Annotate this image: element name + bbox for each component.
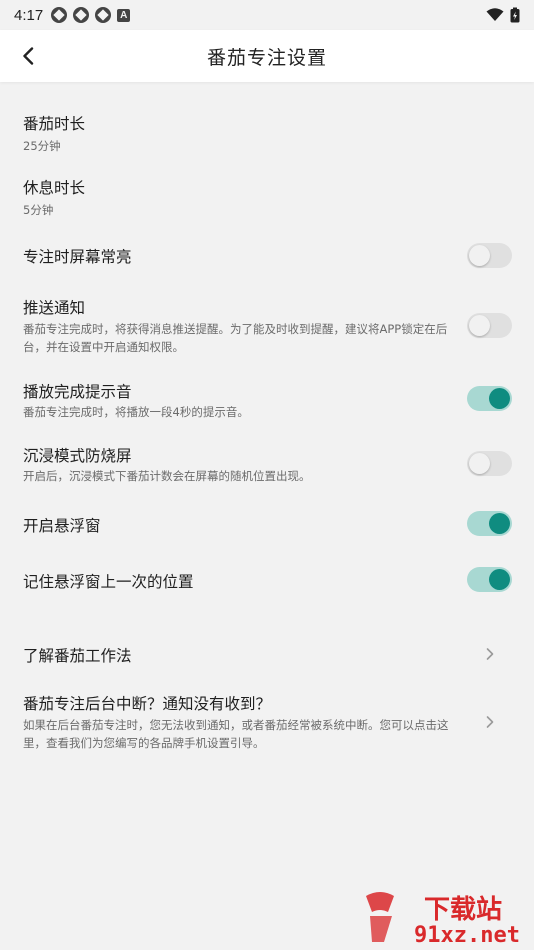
notification-icon: [51, 7, 68, 23]
completion-sound-item: 播放完成提示音 番茄专注完成时，将播放一段4秒的提示音。: [0, 372, 534, 424]
background-interrupt-help-item[interactable]: 番茄专注后台中断？通知没有收到？ 如果在后台番茄专注时，您无法收到通知，或者番茄…: [0, 684, 534, 756]
wifi-icon: [486, 8, 504, 21]
learn-pomodoro-item[interactable]: 了解番茄工作法: [0, 636, 534, 676]
toggle-knob: [489, 388, 510, 409]
item-title: 番茄专注后台中断？通知没有收到？: [23, 695, 272, 713]
chevron-right-icon: [486, 716, 494, 728]
app-bar: 番茄专注设置: [0, 30, 534, 82]
item-subtitle: 5分钟: [23, 203, 54, 217]
notification-icons: A: [51, 7, 131, 23]
item-title: 番茄时长: [23, 115, 86, 133]
watermark-text: 下载站: [424, 895, 502, 925]
toggle-knob: [469, 453, 490, 474]
item-title: 播放完成提示音: [23, 383, 132, 401]
page-title: 番茄专注设置: [206, 46, 327, 69]
burn-in-protection-toggle[interactable]: [467, 451, 512, 476]
completion-sound-toggle[interactable]: [467, 386, 512, 411]
toggle-knob: [469, 315, 490, 336]
status-time: 4:17: [14, 6, 44, 24]
burn-in-protection-item: 沉浸模式防烧屏 开启后，沉浸模式下番茄计数会在屏幕的随机位置出现。: [0, 436, 534, 488]
item-title: 开启悬浮窗: [23, 517, 101, 535]
site-watermark: 下载站 91xz.net: [358, 886, 528, 948]
remember-window-position-item: 记住悬浮窗上一次的位置: [0, 562, 534, 602]
item-title: 了解番茄工作法: [23, 647, 132, 665]
watermark-logo: 下载站 91xz.net: [366, 892, 520, 948]
item-subtitle: 番茄专注完成时，将播放一段4秒的提示音。: [23, 405, 249, 419]
item-subtitle: 25分钟: [23, 139, 61, 153]
floating-window-toggle[interactable]: [467, 511, 512, 536]
pomodoro-duration-item[interactable]: 番茄时长 25分钟: [0, 104, 534, 160]
toggle-knob: [489, 569, 510, 590]
toggle-knob: [469, 245, 490, 266]
notification-icon: [73, 7, 90, 23]
back-button[interactable]: [14, 42, 42, 70]
notification-icon: [95, 7, 112, 23]
keep-screen-on-item: 专注时屏幕常亮: [0, 237, 534, 277]
item-title: 沉浸模式防烧屏: [23, 447, 132, 465]
status-right: [486, 7, 520, 23]
status-bar: 4:17 A: [0, 0, 534, 30]
item-title: 专注时屏幕常亮: [23, 248, 132, 266]
item-title: 推送通知: [23, 299, 86, 317]
a-badge-icon: A: [117, 8, 131, 22]
item-title: 休息时长: [23, 179, 86, 197]
item-title: 记住悬浮窗上一次的位置: [23, 573, 194, 591]
chevron-right-icon: [486, 648, 494, 660]
push-notification-item: 推送通知 番茄专注完成时，将获得消息推送提醒。为了能及时收到提醒，建议将APP锁…: [0, 288, 534, 358]
battery-icon: [510, 7, 520, 23]
push-notification-toggle[interactable]: [467, 313, 512, 338]
item-subtitle: 如果在后台番茄专注时，您无法收到通知，或者番茄经常被系统中断。您可以点击这里，查…: [23, 718, 449, 750]
toggle-knob: [489, 513, 510, 534]
watermark-url: 91xz.net: [414, 923, 520, 946]
item-subtitle: 番茄专注完成时，将获得消息推送提醒。为了能及时收到提醒，建议将APP锁定在后台，…: [23, 322, 448, 354]
floating-window-item: 开启悬浮窗: [0, 506, 534, 546]
item-subtitle: 开启后，沉浸模式下番茄计数会在屏幕的随机位置出现。: [23, 469, 311, 483]
keep-screen-on-toggle[interactable]: [467, 243, 512, 268]
rest-duration-item[interactable]: 休息时长 5分钟: [0, 168, 534, 224]
remember-window-position-toggle[interactable]: [467, 567, 512, 592]
back-arrow-icon: [23, 47, 34, 65]
